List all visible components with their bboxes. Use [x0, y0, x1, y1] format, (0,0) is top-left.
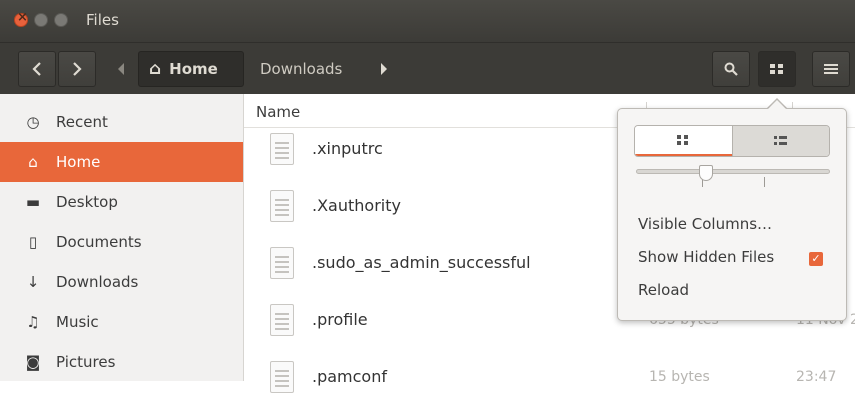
list-view-toggle-button[interactable] [731, 126, 829, 156]
file-name: .profile [312, 310, 368, 329]
text-file-icon [270, 189, 294, 222]
view-options-popover: Visible Columns… Show Hidden Files ✓ Rel… [617, 108, 847, 321]
breadcrumb-downloads[interactable]: Downloads [246, 51, 376, 87]
maximize-window-button[interactable] [54, 13, 68, 27]
back-button[interactable] [18, 51, 56, 87]
sidebar-item-label: Downloads [56, 273, 139, 291]
text-file-icon [270, 303, 294, 336]
sidebar-item-home[interactable]: ⌂ Home [0, 142, 243, 182]
sidebar-item-music[interactable]: ♫ Music [0, 302, 243, 342]
file-name: .xinputrc [312, 139, 383, 158]
text-file-icon [270, 132, 294, 165]
document-icon: ▯ [28, 233, 38, 251]
grid-view-icon [770, 64, 783, 74]
sidebar-item-label: Music [56, 313, 99, 331]
sidebar-item-label: Desktop [56, 193, 118, 211]
zoom-slider-track[interactable] [636, 169, 830, 174]
folder-icon: ▬ [25, 193, 41, 211]
chevron-right-icon [73, 62, 82, 76]
window-title: Files [86, 11, 119, 29]
sidebar-item-label: Pictures [56, 353, 116, 371]
header-toolbar: ⌂ Home Downloads [0, 42, 855, 94]
sidebar-item-pictures[interactable]: ◙ Pictures [0, 342, 243, 382]
close-window-button[interactable] [14, 10, 28, 27]
text-file-icon [270, 246, 294, 279]
grid-view-icon [677, 135, 689, 145]
file-name: .sudo_as_admin_successful [312, 253, 531, 272]
breadcrumb-home-label: Home [169, 60, 218, 78]
sidebar-item-label: Documents [56, 233, 142, 251]
sidebar-item-recent[interactable]: ◷ Recent [0, 102, 243, 142]
sidebar-item-desktop[interactable]: ▬ Desktop [0, 182, 243, 222]
view-mode-toggle [634, 125, 830, 157]
zoom-slider-mark [764, 177, 765, 187]
show-hidden-files-checkbox[interactable]: ✓ [809, 252, 823, 266]
breadcrumb-downloads-label: Downloads [260, 60, 343, 78]
camera-icon: ◙ [25, 353, 41, 371]
zoom-slider-handle[interactable] [699, 165, 713, 181]
list-view-icon [773, 136, 787, 145]
minimize-window-button[interactable] [34, 13, 48, 27]
hamburger-menu-icon [824, 64, 838, 74]
search-button[interactable] [712, 51, 750, 87]
file-name: .pamconf [312, 367, 387, 386]
breadcrumb-home[interactable]: ⌂ Home [138, 51, 244, 87]
visible-columns-menu-item[interactable]: Visible Columns… [638, 215, 772, 233]
clock-icon: ◷ [26, 113, 40, 131]
title-bar: Files [0, 0, 855, 42]
chevron-left-icon [32, 62, 41, 76]
home-icon: ⌂ [149, 59, 162, 79]
forward-button[interactable] [58, 51, 96, 87]
show-hidden-files-menu-item[interactable]: Show Hidden Files [638, 248, 774, 266]
sidebar-item-downloads[interactable]: ↓ Downloads [0, 262, 243, 302]
sidebar-item-label: Home [56, 153, 101, 171]
sidebar-item-label: Recent [56, 113, 108, 131]
music-icon: ♫ [26, 313, 40, 331]
sidebar-item-documents[interactable]: ▯ Documents [0, 222, 243, 262]
text-file-icon [270, 360, 294, 393]
name-column-header[interactable]: Name [256, 103, 300, 121]
breadcrumb-scroll-right-icon[interactable] [381, 63, 387, 75]
file-name: .Xauthority [312, 196, 401, 215]
file-date: 23:47 [796, 368, 837, 385]
file-size: 15 bytes [649, 368, 710, 385]
download-icon: ↓ [26, 273, 40, 291]
table-row[interactable]: .pamconf 15 bytes 23:47 [244, 348, 855, 405]
search-icon [724, 62, 738, 76]
reload-menu-item[interactable]: Reload [638, 281, 689, 299]
home-icon: ⌂ [28, 153, 38, 171]
menu-button[interactable] [812, 51, 850, 87]
grid-view-toggle-button[interactable] [635, 126, 732, 156]
popover-pointer-fill [767, 100, 787, 110]
places-sidebar: ◷ Recent ⌂ Home ▬ Desktop ▯ Documents ↓ … [0, 94, 244, 381]
breadcrumb-scroll-left-icon[interactable] [118, 63, 124, 75]
view-options-button[interactable] [758, 51, 796, 87]
